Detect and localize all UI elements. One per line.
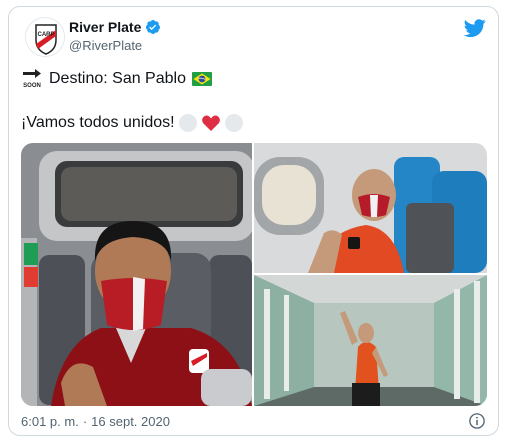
river-plate-crest-icon: CARP — [26, 18, 64, 56]
tweet-text-destination: Destino: San Pablo — [49, 70, 186, 87]
player-on-plane-image — [254, 143, 487, 273]
info-icon[interactable] — [468, 412, 486, 430]
twitter-bird-icon[interactable] — [464, 17, 486, 39]
player-seated-image — [21, 143, 252, 406]
display-name[interactable]: River Plate — [69, 19, 141, 35]
red-heart-icon — [201, 115, 220, 131]
timestamp-separator: · — [82, 414, 88, 429]
avatar[interactable]: CARP — [25, 17, 65, 57]
media-grid — [21, 143, 487, 406]
photo-boarding-bridge[interactable] — [254, 275, 487, 406]
soon-label: SOON — [23, 83, 41, 89]
tweet-text-slogan: ¡Vamos todos unidos! — [21, 114, 175, 131]
photo-player-in-seat[interactable] — [21, 143, 252, 406]
svg-text:CARP: CARP — [37, 32, 54, 38]
brazil-flag-icon — [191, 72, 212, 86]
handle[interactable]: @RiverPlate — [69, 38, 142, 53]
jet-bridge-image — [254, 275, 487, 406]
tweet-date: 16 sept. 2020 — [91, 414, 170, 429]
white-circle-icon — [178, 114, 197, 132]
tweet-card[interactable]: CARP River Plate @RiverPlate SOON Destin… — [8, 6, 499, 436]
tweet-time: 6:01 p. m. — [21, 414, 79, 429]
soon-arrow-icon: SOON — [23, 69, 41, 89]
verified-badge-icon — [146, 20, 161, 34]
photo-player-on-plane[interactable] — [254, 143, 487, 273]
white-circle-icon — [224, 114, 243, 132]
tweet-timestamp[interactable]: 6:01 p. m. · 16 sept. 2020 — [21, 414, 170, 429]
